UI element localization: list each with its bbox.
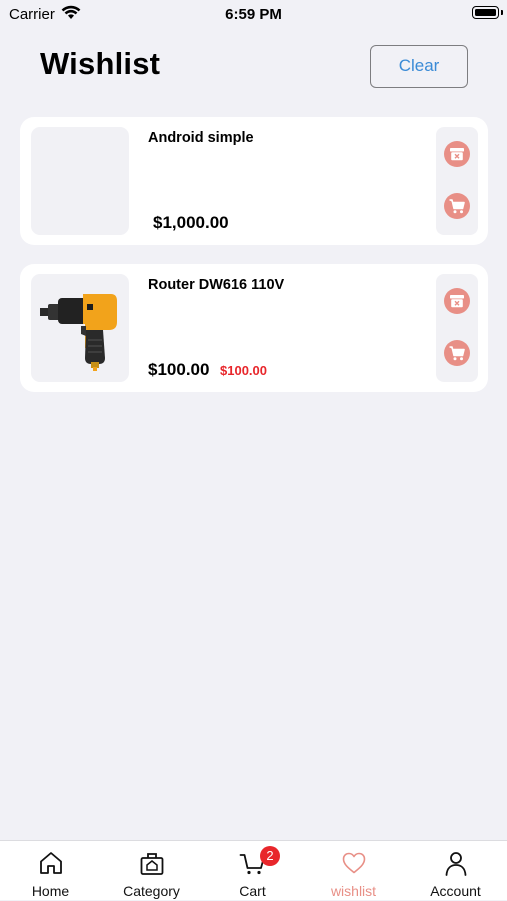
product-price: $100.00	[148, 360, 210, 379]
tab-account[interactable]: Account	[404, 841, 507, 901]
battery-cap	[501, 10, 503, 15]
category-icon	[140, 853, 163, 875]
heart-icon	[342, 852, 365, 874]
tab-label: Account	[430, 883, 481, 899]
product-name[interactable]: Router DW616 110V	[148, 277, 284, 293]
tab-cart[interactable]: 2 Cart	[202, 841, 303, 901]
tab-home[interactable]: Home	[0, 841, 101, 901]
product-name[interactable]: Android simple	[148, 130, 254, 146]
cart-count-badge: 2	[260, 846, 280, 866]
battery-icon	[472, 6, 499, 19]
remove-item-button[interactable]	[444, 141, 470, 167]
product-original-price: $100.00	[220, 363, 267, 378]
product-image[interactable]	[31, 274, 129, 382]
tab-bar: Home Category 2 Cart wishlist Account	[0, 840, 507, 900]
wishlist-item[interactable]: Android simple $1,000.00	[20, 117, 488, 245]
tab-wishlist[interactable]: wishlist	[303, 841, 404, 901]
page-title: Wishlist	[40, 46, 161, 81]
tab-label: Cart	[239, 883, 266, 899]
archive-remove-icon	[450, 148, 464, 161]
cart-icon	[449, 198, 465, 213]
add-to-cart-button[interactable]	[444, 340, 470, 366]
item-actions	[436, 127, 478, 235]
remove-item-button[interactable]	[444, 288, 470, 314]
tab-label: Category	[123, 883, 180, 899]
cart-icon	[449, 345, 465, 360]
item-actions	[436, 274, 478, 382]
add-to-cart-button[interactable]	[444, 193, 470, 219]
status-bar: Carrier 6:59 PM	[0, 0, 507, 28]
tab-label: wishlist	[330, 883, 377, 899]
clear-button[interactable]: Clear	[370, 45, 468, 88]
impact-wrench-image	[40, 294, 117, 371]
tab-label: Home	[31, 883, 70, 899]
home-icon	[39, 852, 62, 874]
person-icon	[445, 852, 466, 876]
archive-remove-icon	[450, 295, 464, 308]
clock: 6:59 PM	[225, 6, 282, 23]
tab-category[interactable]: Category	[101, 841, 202, 901]
product-image-placeholder[interactable]	[31, 127, 129, 235]
wishlist-item[interactable]: Router DW616 110V $100.00 $100.00	[20, 264, 488, 392]
product-price: $1,000.00	[153, 213, 229, 232]
